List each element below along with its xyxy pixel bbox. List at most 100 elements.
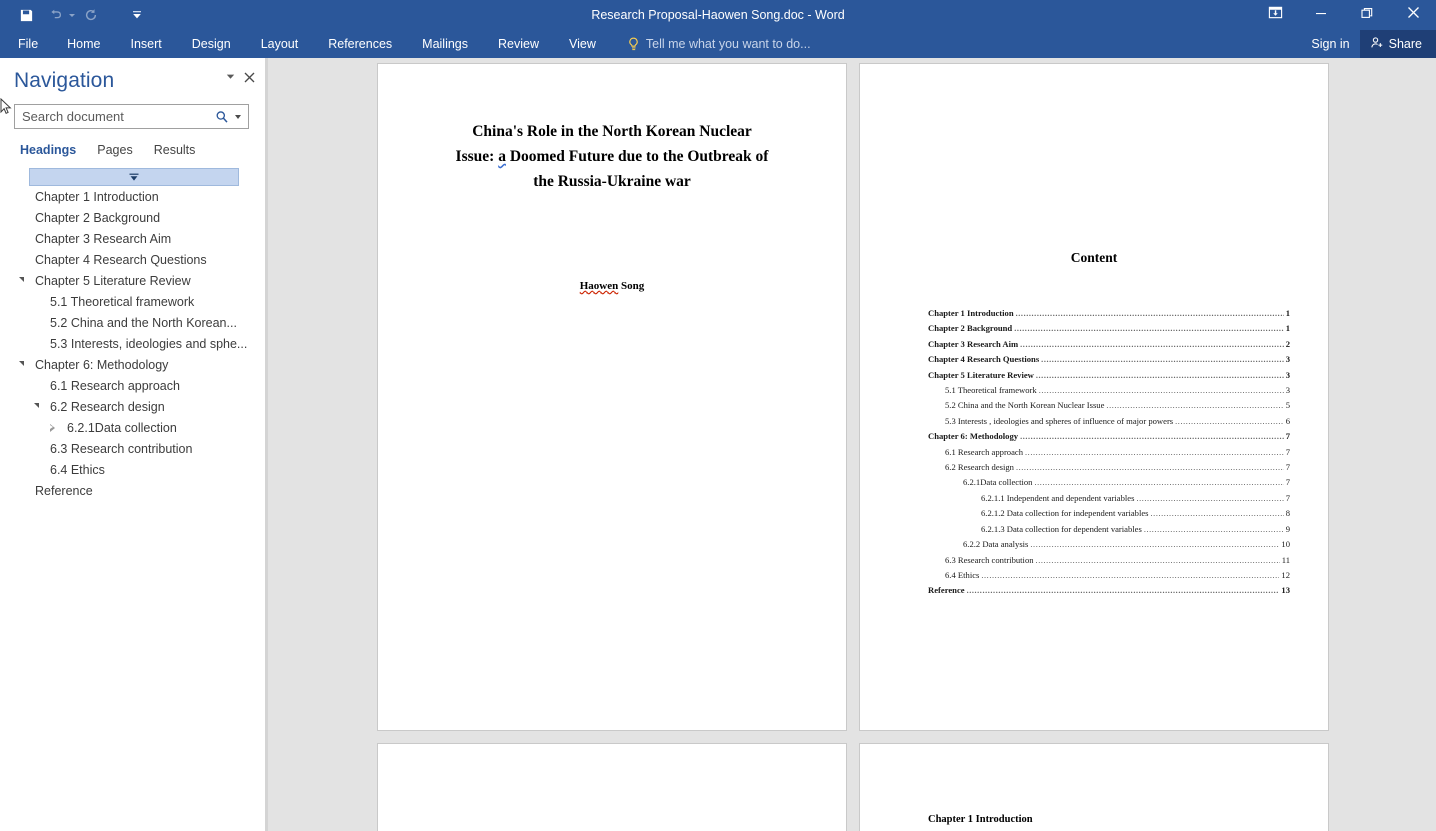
toc-entry[interactable]: 6.2.2 Data analysis.....................…: [928, 537, 1290, 552]
toc-entry[interactable]: 6.2.1.2 Data collection for independent …: [928, 506, 1290, 521]
toc-entry-page-number: 8: [1286, 506, 1290, 521]
restore-button[interactable]: [1344, 0, 1390, 30]
heading-item-chapter-2-background[interactable]: Chapter 2 Background: [0, 207, 267, 228]
search-input[interactable]: [22, 109, 215, 124]
heading-item-reference[interactable]: Reference: [0, 480, 267, 501]
toc-entry[interactable]: 6.3 Research contribution...............…: [928, 553, 1290, 568]
undo-dropdown-caret-icon[interactable]: [69, 14, 75, 17]
table-of-contents: Chapter 1 Introduction..................…: [928, 306, 1290, 599]
toc-entry[interactable]: Chapter 5 Literature Review.............…: [928, 368, 1290, 383]
toc-entry[interactable]: Chapter 6: Methodology..................…: [928, 429, 1290, 444]
page-row-1: China's Role in the North Korean Nuclear…: [268, 63, 1436, 731]
tab-mailings[interactable]: Mailings: [407, 30, 483, 58]
toc-entry-label: 6.2 Research design: [945, 460, 1014, 475]
heading-item-6-2-research-design[interactable]: 6.2 Research design: [0, 396, 267, 417]
ribbon-display-options-button[interactable]: [1252, 0, 1298, 30]
customize-quick-access-toolbar-button[interactable]: [123, 3, 151, 27]
document-page-1[interactable]: China's Role in the North Korean Nuclear…: [377, 63, 847, 731]
toc-entry[interactable]: Chapter 2 Background....................…: [928, 321, 1290, 336]
toc-entry[interactable]: Reference...............................…: [928, 583, 1290, 598]
tab-layout[interactable]: Layout: [246, 30, 314, 58]
navigation-pane-options-button[interactable]: [221, 68, 239, 88]
toc-entry[interactable]: Chapter 4 Research Questions............…: [928, 352, 1290, 367]
search-icon[interactable]: [215, 110, 229, 124]
toc-entry[interactable]: Chapter 3 Research Aim..................…: [928, 337, 1290, 352]
tab-review[interactable]: Review: [483, 30, 554, 58]
toc-entry[interactable]: 6.2.1Data collection....................…: [928, 475, 1290, 490]
nav-tab-results[interactable]: Results: [146, 143, 209, 160]
document-page-3[interactable]: [377, 743, 847, 831]
toc-leader-dots: ........................................…: [1020, 429, 1284, 444]
document-canvas[interactable]: China's Role in the North Korean Nuclear…: [268, 58, 1436, 831]
navigation-pane-close-button[interactable]: [239, 68, 259, 88]
tab-insert[interactable]: Insert: [116, 30, 177, 58]
redo-button[interactable]: [77, 3, 105, 27]
share-button[interactable]: Share: [1360, 30, 1436, 58]
heading-item-6-3-research-contribution[interactable]: 6.3 Research contribution: [0, 438, 267, 459]
heading-item-6-4-ethics[interactable]: 6.4 Ethics: [0, 459, 267, 480]
chapter-1-heading: Chapter 1 Introduction: [928, 814, 1328, 825]
toc-entry[interactable]: Chapter 1 Introduction..................…: [928, 306, 1290, 321]
document-title-block: China's Role in the North Korean Nuclear…: [434, 119, 790, 194]
toc-entry-label: Chapter 3 Research Aim: [928, 337, 1018, 352]
toc-entry[interactable]: 6.4 Ethics..............................…: [928, 568, 1290, 583]
toc-entry-label: 6.2.1.1 Independent and dependent variab…: [981, 491, 1134, 506]
quick-access-toolbar: [0, 3, 151, 27]
expand-collapse-triangle-icon[interactable]: [14, 362, 28, 367]
toc-entry[interactable]: 5.2 China and the North Korean Nuclear I…: [928, 398, 1290, 413]
document-page-2[interactable]: Content Chapter 1 Introduction..........…: [859, 63, 1329, 731]
toc-entry[interactable]: 5.1 Theoretical framework...............…: [928, 383, 1290, 398]
tab-design[interactable]: Design: [177, 30, 246, 58]
navigation-pane-header: Navigation: [0, 58, 267, 96]
toc-leader-dots: ........................................…: [1036, 368, 1284, 383]
toc-entry-label: 6.1 Research approach: [945, 445, 1023, 460]
toc-entry-label: 6.2.1Data collection: [963, 475, 1032, 490]
sign-in-button[interactable]: Sign in: [1301, 30, 1359, 58]
toc-entry-page-number: 1: [1286, 306, 1290, 321]
toc-entry[interactable]: 6.2.1.1 Independent and dependent variab…: [928, 491, 1290, 506]
search-options-caret-icon[interactable]: [235, 115, 241, 119]
toc-entry[interactable]: 6.2.1.3 Data collection for dependent va…: [928, 522, 1290, 537]
close-button[interactable]: [1390, 0, 1436, 30]
heading-label: Chapter 5 Literature Review: [35, 274, 191, 288]
heading-label: 5.1 Theoretical framework: [50, 295, 194, 309]
heading-item-chapter-4-research-questions[interactable]: Chapter 4 Research Questions: [0, 249, 267, 270]
search-box[interactable]: [14, 104, 249, 129]
toc-entry[interactable]: 6.1 Research approach...................…: [928, 445, 1290, 460]
heading-label: 5.2 China and the North Korean...: [50, 316, 237, 330]
tab-view[interactable]: View: [554, 30, 611, 58]
expand-collapse-triangle-icon[interactable]: [14, 278, 28, 283]
heading-item-5-3-interests-ideologies[interactable]: 5.3 Interests, ideologies and sphe...: [0, 333, 267, 354]
heading-item-chapter-5-literature-review[interactable]: Chapter 5 Literature Review: [0, 270, 267, 291]
heading-item-5-2-china-and-the-north-korean[interactable]: 5.2 China and the North Korean...: [0, 312, 267, 333]
close-icon: [1407, 6, 1420, 24]
minimize-button[interactable]: [1298, 0, 1344, 30]
window-controls: [1252, 0, 1436, 30]
expand-collapse-triangle-icon[interactable]: [29, 404, 43, 409]
heading-item-chapter-1-introduction[interactable]: Chapter 1 Introduction: [0, 186, 267, 207]
heading-item-6-2-1-data-collection[interactable]: 6.2.1Data collection: [0, 417, 267, 438]
toc-entry-label: Chapter 4 Research Questions: [928, 352, 1039, 367]
heading-label: 6.2.1Data collection: [67, 421, 177, 435]
heading-item-selected[interactable]: [29, 168, 239, 186]
tab-file[interactable]: File: [0, 30, 52, 58]
toc-entry-label: Chapter 2 Background: [928, 321, 1012, 336]
heading-item-6-1-research-approach[interactable]: 6.1 Research approach: [0, 375, 267, 396]
toc-entry[interactable]: 6.2 Research design.....................…: [928, 460, 1290, 475]
heading-item-chapter-6-methodology[interactable]: Chapter 6: Methodology: [0, 354, 267, 375]
heading-label: 6.3 Research contribution: [50, 442, 192, 456]
expand-collapse-triangle-icon[interactable]: [45, 424, 59, 432]
tab-references[interactable]: References: [313, 30, 407, 58]
nav-tab-headings[interactable]: Headings: [12, 143, 89, 160]
heading-item-5-1-theoretical-framework[interactable]: 5.1 Theoretical framework: [0, 291, 267, 312]
tab-home[interactable]: Home: [52, 30, 115, 58]
tell-me-search[interactable]: Tell me what you want to do...: [611, 30, 821, 58]
nav-tab-pages[interactable]: Pages: [89, 143, 145, 160]
document-page-4[interactable]: Chapter 1 Introduction: [859, 743, 1329, 831]
undo-button[interactable]: [42, 3, 70, 27]
save-button[interactable]: [12, 3, 40, 27]
navigation-pane-title: Navigation: [14, 68, 221, 94]
toc-entry[interactable]: 5.3 Interests , ideologies and spheres o…: [928, 414, 1290, 429]
heading-item-chapter-3-research-aim[interactable]: Chapter 3 Research Aim: [0, 228, 267, 249]
toc-leader-dots: ........................................…: [1016, 306, 1284, 321]
